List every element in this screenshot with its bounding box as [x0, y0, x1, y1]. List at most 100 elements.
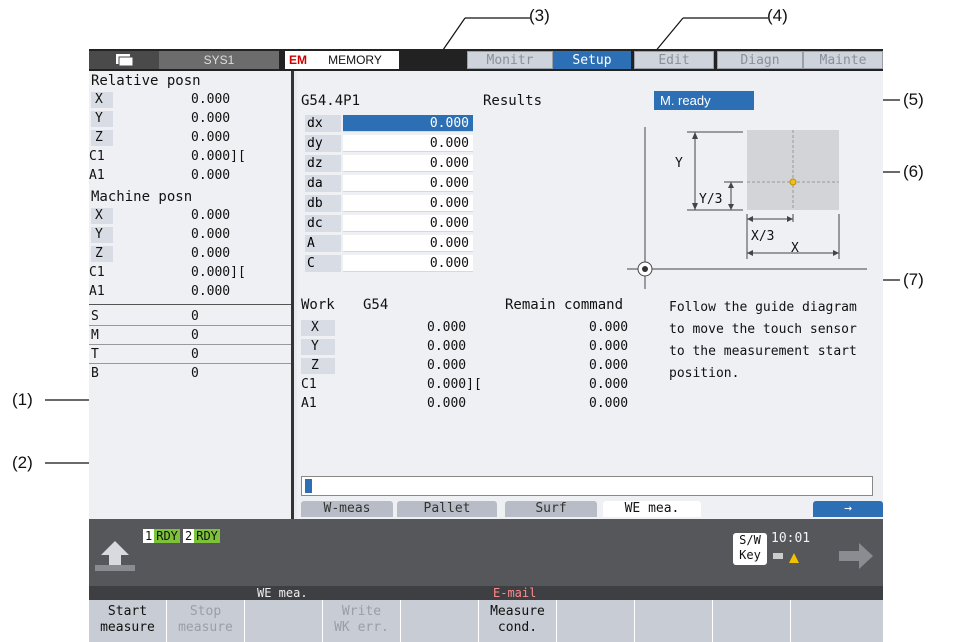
diagram-x3-label: X/3: [751, 229, 774, 244]
status-bottom-bar: WE mea. E-mail: [89, 586, 883, 600]
annotation-4: (4): [767, 6, 788, 25]
result-row: C 0.000: [301, 253, 481, 273]
status-area: 1 RDY 2 RDY S/W Key 10:01: [89, 519, 883, 586]
rdy-indicator-1: 1 RDY: [143, 529, 180, 543]
annotation-3: (3): [529, 6, 550, 25]
remain-value: 0.000: [589, 358, 629, 373]
result-row: db 0.000: [301, 193, 481, 213]
tab-diagn[interactable]: Diagn: [717, 51, 803, 69]
rel-axis: Z: [95, 130, 103, 145]
rel-value: 0.000: [191, 111, 231, 126]
diagram-x-label: X: [791, 241, 799, 256]
warning-icon: [773, 553, 799, 563]
diagram-y-label: Y: [675, 156, 683, 171]
mach-value: 0.000: [191, 227, 231, 242]
clock: 10:01: [771, 531, 811, 546]
email-indicator: E-mail: [493, 586, 537, 600]
annotation-6: (6): [903, 162, 924, 181]
result-row: da 0.000: [301, 173, 481, 193]
stop-measure-button[interactable]: Stop measure: [167, 600, 245, 642]
mach-value: 0.000: [191, 284, 231, 299]
mach-value: 0.000][: [191, 265, 246, 280]
spindle-value: 0: [191, 309, 199, 324]
write-wk-err-button[interactable]: Write WK err.: [323, 600, 401, 642]
function-key-10[interactable]: [791, 600, 883, 642]
next-tab-arrow-icon[interactable]: →: [813, 501, 883, 517]
tab-pallet[interactable]: Pallet: [397, 501, 497, 517]
work-label: Work: [301, 297, 335, 313]
system-label: SYS1: [159, 51, 279, 69]
input-field[interactable]: [301, 476, 873, 496]
tab-edit[interactable]: Edit: [634, 51, 714, 69]
spindle-label: S: [91, 309, 99, 324]
result-row: A 0.000: [301, 233, 481, 253]
rdy-indicator-2: 2 RDY: [183, 529, 220, 543]
rel-value: 0.000][: [191, 149, 246, 164]
work-value: 0.000: [427, 396, 467, 411]
function-key-3[interactable]: [245, 600, 323, 642]
start-measure-button[interactable]: Start measure: [89, 600, 167, 642]
return-arrow-icon[interactable]: [95, 539, 135, 573]
mach-axis: C1: [89, 265, 105, 280]
m-code-label: M: [91, 328, 99, 343]
mach-axis: Y: [95, 227, 103, 242]
measurement-panel: G54.4P1 Results M. ready dx 0.000 dy 0.000…: [297, 71, 883, 519]
mach-value: 0.000: [191, 246, 231, 261]
rel-axis: C1: [89, 149, 105, 164]
position-panel: Relative posn X 0.000 Y 0.000 Z 0.000 C1…: [89, 71, 294, 519]
em-indicator: EM: [285, 51, 311, 69]
sw-key-button[interactable]: S/W Key: [733, 533, 767, 565]
input-cursor: [305, 479, 312, 493]
rel-value: 0.000: [191, 130, 231, 145]
work-coord: G54: [363, 297, 389, 313]
work-value: 0.000: [427, 358, 467, 373]
t-code-value: 0: [191, 347, 199, 362]
results-label: Results: [483, 93, 543, 109]
work-value: 0.000: [427, 320, 467, 335]
remain-value: 0.000: [589, 320, 629, 335]
tab-setup[interactable]: Setup: [553, 51, 631, 69]
relative-posn-title: Relative posn: [91, 73, 201, 89]
divider: [89, 304, 291, 305]
tab-we-mea[interactable]: WE mea.: [603, 501, 701, 517]
tab-w-meas[interactable]: W-meas: [301, 501, 393, 517]
forward-arrow-icon[interactable]: [837, 539, 877, 573]
function-key-7[interactable]: [557, 600, 635, 642]
window-switch-button[interactable]: [89, 51, 159, 69]
diagram-y3-label: Y/3: [699, 192, 722, 207]
result-row: dx 0.000: [301, 113, 481, 133]
t-code-label: T: [91, 347, 99, 362]
annotation-2: (2): [12, 453, 33, 472]
tab-surf[interactable]: Surf: [505, 501, 597, 517]
work-value: 0.000: [427, 339, 467, 354]
rel-axis: Y: [95, 111, 103, 126]
status-badge: M. ready: [654, 91, 754, 110]
function-key-9[interactable]: [713, 600, 791, 642]
b-code-label: B: [91, 366, 99, 381]
top-bar: SYS1 EM MEMORY Monitr Setup Edit Diagn M…: [89, 49, 883, 71]
annotation-1: (1): [12, 390, 33, 409]
mach-axis: Z: [95, 246, 103, 261]
function-key-8[interactable]: [635, 600, 713, 642]
measure-cond-button[interactable]: Measure cond.: [479, 600, 557, 642]
guide-diagram: Y Y/3 X/3 X: [627, 127, 867, 289]
measurement-title: G54.4P1: [301, 93, 361, 109]
mode-indicator: MEMORY: [311, 51, 399, 69]
rel-axis: X: [95, 92, 103, 107]
result-row: dz 0.000: [301, 153, 481, 173]
annotation-5: (5): [903, 90, 924, 109]
remain-command-label: Remain command: [505, 297, 624, 313]
machine-posn-title: Machine posn: [91, 189, 193, 205]
result-value-selected[interactable]: 0.000: [343, 115, 473, 132]
mach-axis: A1: [89, 284, 105, 299]
screen-mode-label: WE mea.: [257, 586, 308, 600]
guide-message: Follow the guide diagram to move the tou…: [669, 300, 857, 381]
mach-value: 0.000: [191, 208, 231, 223]
annotation-7: (7): [903, 270, 924, 289]
function-key-5[interactable]: [401, 600, 479, 642]
work-value: 0.000][: [427, 377, 482, 392]
result-row: dy 0.000: [301, 133, 481, 153]
tab-monitr[interactable]: Monitr: [467, 51, 553, 69]
tab-mainte[interactable]: Mainte: [803, 51, 883, 69]
function-key-bar: Start measure Stop measure Write WK err. Me…: [89, 600, 883, 642]
